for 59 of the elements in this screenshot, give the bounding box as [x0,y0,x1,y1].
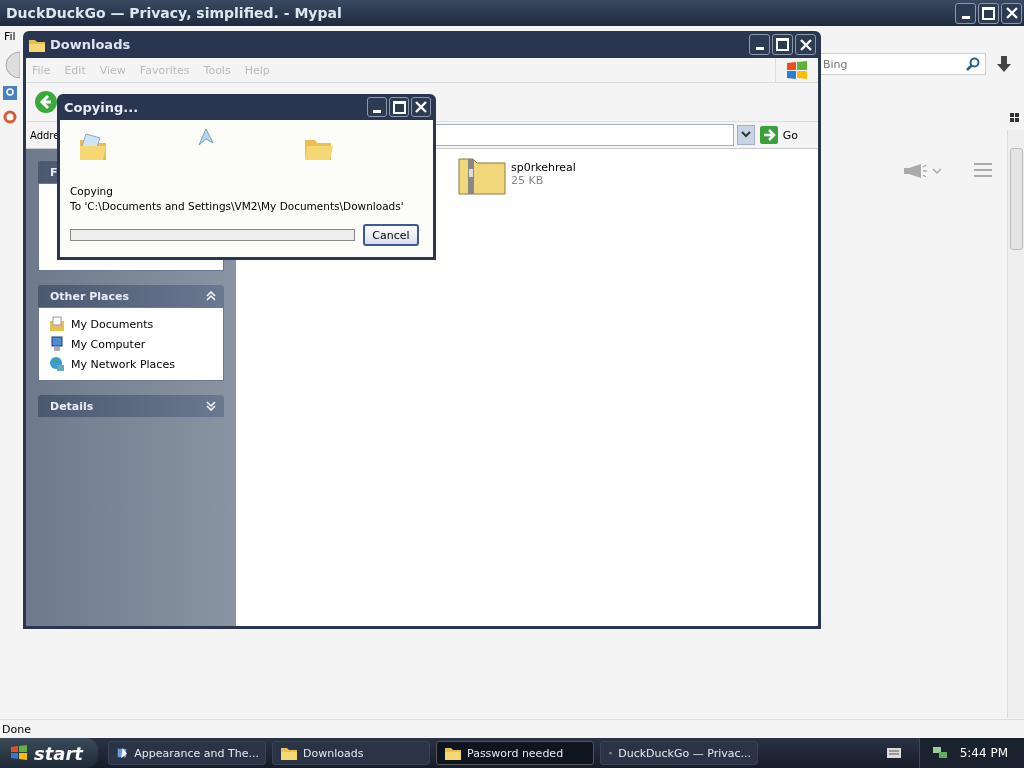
taskbar-button[interactable]: Appearance and The... [108,741,266,765]
zip-folder-icon[interactable] [458,155,506,195]
minimize-button[interactable] [749,34,770,55]
window-title: DuckDuckGo — Privacy, simplified. - Mypal [6,5,343,21]
network-icon[interactable] [931,746,948,760]
place-link[interactable]: My Network Places [71,357,175,371]
close-button[interactable] [411,97,431,117]
folder-icon [281,746,297,760]
search-icon[interactable] [3,86,17,100]
back-icon[interactable] [34,90,58,114]
dropdown-button[interactable] [736,125,755,145]
minimize-button[interactable] [367,97,387,117]
chevron-icon[interactable] [206,291,216,301]
close-button[interactable] [795,34,816,55]
place-link[interactable]: My Documents [71,317,154,331]
status-text: Copying [70,184,114,199]
folder-icon [445,746,461,760]
panel-header[interactable]: Details [38,395,224,417]
keyboard-icon[interactable] [886,748,901,758]
window-title: Downloads [50,37,132,52]
close-icon [799,38,812,51]
search-field[interactable]: Bing [818,53,986,75]
file-size: 25 KB [511,174,545,187]
close-icon [1005,7,1018,19]
destination-text: To 'C:\Documents and Settings\VM2\My Documents\Downloads' [70,199,405,214]
chevron-icon[interactable] [206,401,216,411]
place-link[interactable]: My Computer [71,337,146,351]
file-name[interactable]: sp0rkehreal [511,161,576,174]
network-icon [49,356,65,372]
close-icon [415,101,427,113]
taskbar-button[interactable]: Password needed [436,741,594,765]
windows-logo-icon [10,745,28,761]
minimize-button[interactable] [955,2,976,24]
caret-icon [740,131,751,139]
go-button[interactable]: Go [757,126,818,144]
menu-item[interactable]: Fil [4,29,16,43]
cancel-button[interactable]: Cancel [363,224,419,246]
grid-icon[interactable] [1010,113,1019,122]
download-icon[interactable] [994,54,1014,74]
scrollbar[interactable] [1007,130,1024,718]
clock: 5:44 PM [959,746,1008,760]
search-icon[interactable] [966,57,980,71]
flying-paper-icon [197,128,214,146]
status-text: Done [2,723,31,736]
dialog-title: Copying... [64,99,140,115]
close-button[interactable] [1001,2,1022,24]
documents-icon [49,316,65,332]
restore-button[interactable] [978,2,999,24]
taskbar-button[interactable]: Downloads [272,741,430,765]
computer-icon [49,336,65,352]
panel-header[interactable]: Other Places [38,285,224,307]
arrow-icon [759,126,778,144]
folder-icon [29,37,45,52]
duck-icon[interactable] [3,110,17,124]
folder-icon [78,132,108,162]
maximize-button[interactable] [389,97,409,117]
maximize-button[interactable] [772,34,793,55]
taskbar-button[interactable]: DuckDuckGo — Privac... [600,741,758,765]
start-button[interactable]: start [0,738,98,768]
